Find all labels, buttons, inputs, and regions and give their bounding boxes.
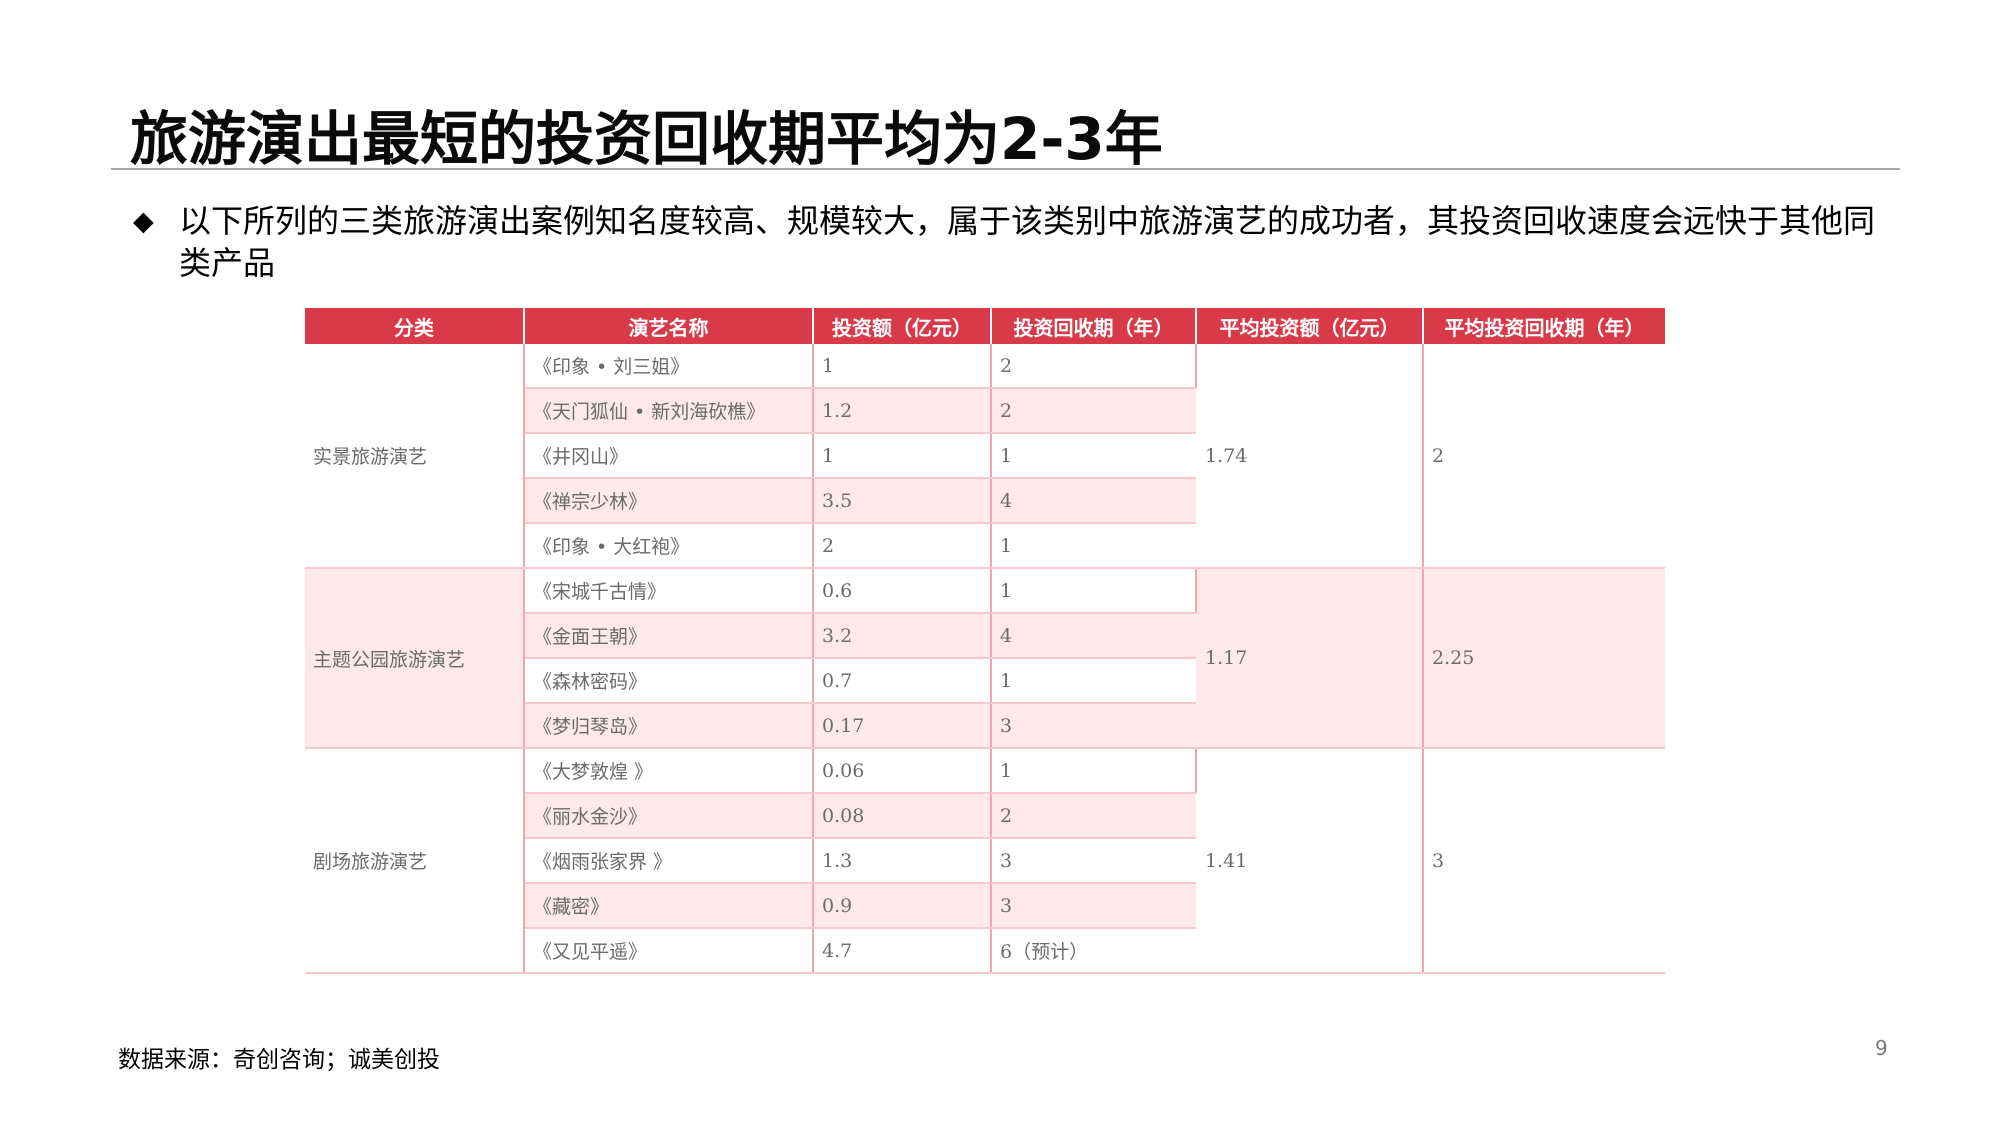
show-name-cell: 《禅宗少林》: [524, 478, 814, 524]
payback-cell: 2: [991, 388, 1196, 434]
investment-cell: 0.06: [813, 747, 992, 794]
payback-cell: 2: [991, 344, 1197, 389]
title-divider: [111, 168, 1900, 170]
investment-table: 分类 演艺名称 投资额（亿元） 投资回收期（年） 平均投资额（亿元） 平均投资回…: [305, 308, 1665, 974]
category-cell: 主题公园旅游演艺: [305, 567, 525, 749]
table-row: 主题公园旅游演艺 《宋城千古情》 0.6 1 1.17 2.25: [305, 567, 1665, 749]
show-name-cell: 《又见平遥》: [524, 928, 814, 974]
payback-cell: 4: [991, 613, 1196, 659]
table-row: 实景旅游演艺 《印象 • 刘三姐》 1 2 1.74 2: [305, 344, 1665, 569]
show-name-cell: 《天门狐仙 • 新刘海砍樵》: [524, 388, 814, 434]
show-name-cell: 《丽水金沙》: [524, 793, 814, 839]
header-investment: 投资额（亿元）: [813, 308, 992, 344]
payback-cell: 1: [991, 523, 1196, 569]
investment-table-container: 分类 演艺名称 投资额（亿元） 投资回收期（年） 平均投资额（亿元） 平均投资回…: [305, 308, 1665, 974]
investment-cell: 1.2: [813, 388, 992, 434]
show-name-cell: 《金面王朝》: [524, 613, 814, 659]
payback-cell: 6（预计）: [991, 928, 1196, 974]
investment-cell: 0.17: [813, 703, 992, 749]
show-name-cell: 《梦归琴岛》: [524, 703, 814, 749]
header-avg-investment: 平均投资额（亿元）: [1196, 308, 1424, 344]
show-name-cell: 《烟雨张家界 》: [524, 838, 814, 884]
show-name-cell: 《印象 • 大红袍》: [524, 523, 814, 569]
investment-cell: 1: [813, 344, 992, 389]
payback-cell: 1: [991, 567, 1197, 614]
investment-cell: 1: [813, 433, 992, 479]
investment-cell: 4.7: [813, 928, 992, 974]
avg-investment-cell: 1.74: [1196, 344, 1424, 569]
avg-payback-cell: 3: [1423, 747, 1665, 974]
investment-cell: 0.7: [813, 658, 992, 704]
category-cell: 剧场旅游演艺: [305, 747, 525, 974]
avg-investment-cell: 1.17: [1196, 567, 1424, 749]
payback-cell: 2: [991, 793, 1196, 839]
show-name-cell: 《森林密码》: [524, 658, 814, 704]
header-category: 分类: [305, 308, 525, 344]
show-name-cell: 《井冈山》: [524, 433, 814, 479]
page-title: 旅游演出最短的投资回收期平均为2-3年: [130, 105, 1163, 173]
investment-cell: 0.9: [813, 883, 992, 929]
category-cell: 实景旅游演艺: [305, 344, 525, 569]
investment-cell: 0.08: [813, 793, 992, 839]
show-name-cell: 《藏密》: [524, 883, 814, 929]
header-show-name: 演艺名称: [524, 308, 814, 344]
show-name-cell: 《大梦敦煌 》: [524, 747, 814, 794]
table-body: 实景旅游演艺 《印象 • 刘三姐》 1 2 1.74 2 《天门狐仙 • 新刘海砍樵》 1.2…: [305, 344, 1665, 974]
investment-cell: 0.6: [813, 567, 992, 614]
investment-cell: 3.2: [813, 613, 992, 659]
avg-payback-cell: 2.25: [1423, 567, 1665, 749]
header-avg-payback: 平均投资回收期（年）: [1423, 308, 1665, 344]
table-header-row: 分类 演艺名称 投资额（亿元） 投资回收期（年） 平均投资额（亿元） 平均投资回…: [305, 308, 1665, 344]
payback-cell: 3: [991, 703, 1196, 749]
show-name-cell: 《印象 • 刘三姐》: [524, 344, 814, 389]
data-source-note: 数据来源：奇创咨询；诚美创投: [118, 1047, 440, 1073]
payback-cell: 1: [991, 433, 1196, 479]
diamond-bullet-icon: ◆: [133, 206, 154, 237]
page-number: 9: [1875, 1036, 1888, 1060]
investment-cell: 3.5: [813, 478, 992, 524]
payback-cell: 3: [991, 883, 1196, 929]
payback-cell: 1: [991, 747, 1197, 794]
investment-cell: 2: [813, 523, 992, 569]
avg-payback-cell: 2: [1423, 344, 1665, 569]
payback-cell: 3: [991, 838, 1196, 884]
payback-cell: 1: [991, 658, 1196, 704]
show-name-cell: 《宋城千古情》: [524, 567, 814, 614]
avg-investment-cell: 1.41: [1196, 747, 1424, 974]
bullet-text: 以下所列的三类旅游演出案例知名度较高、规模较大，属于该类别中旅游演艺的成功者，其…: [179, 202, 1876, 282]
investment-cell: 1.3: [813, 838, 992, 884]
table-row: 剧场旅游演艺 《大梦敦煌 》 0.06 1 1.41 3: [305, 747, 1665, 974]
payback-cell: 4: [991, 478, 1196, 524]
header-payback: 投资回收期（年）: [991, 308, 1197, 344]
